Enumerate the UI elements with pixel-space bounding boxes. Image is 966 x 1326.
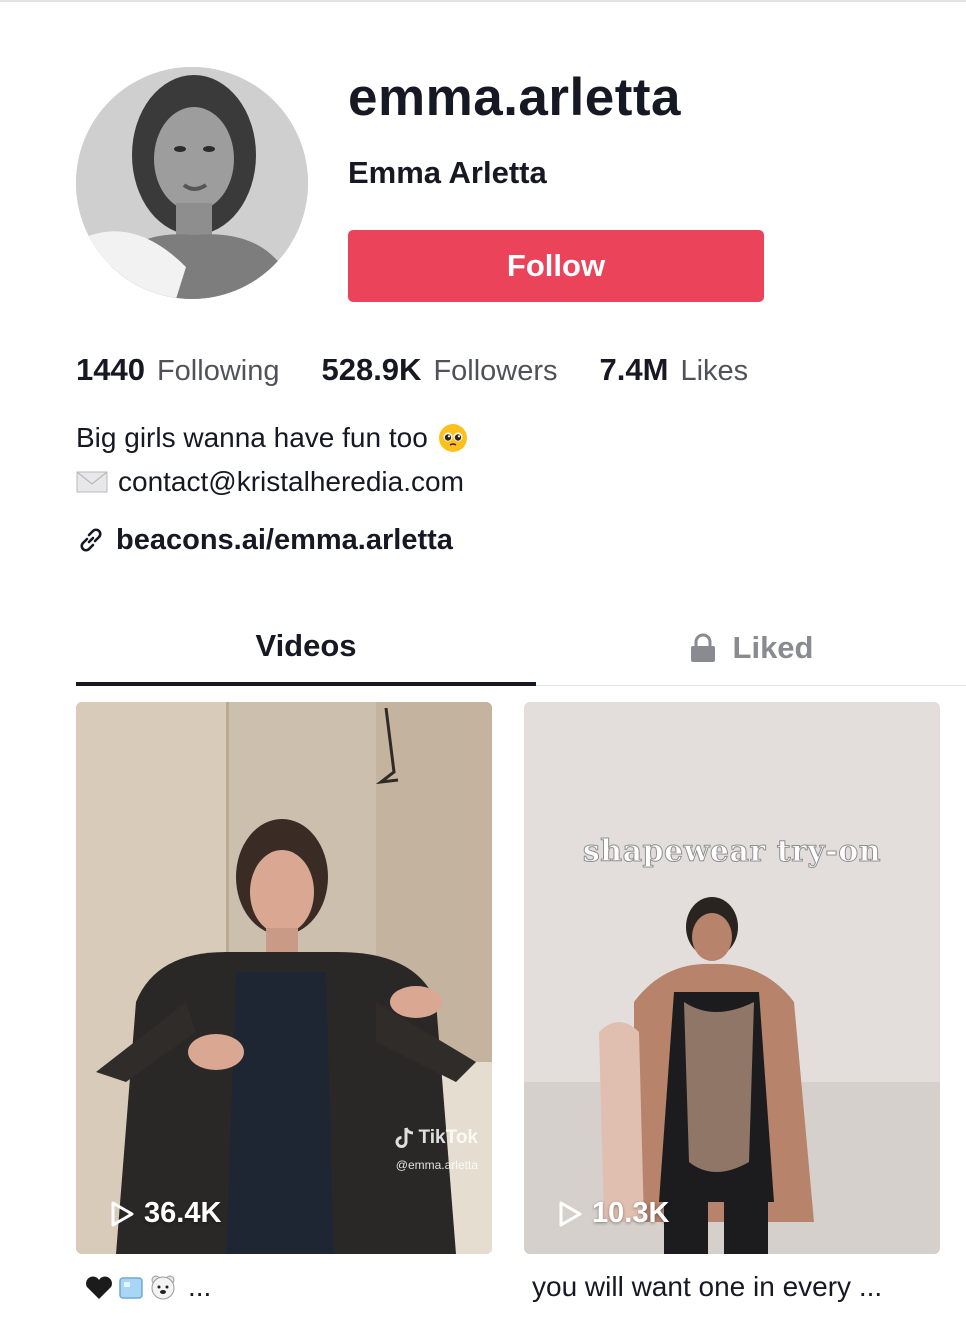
username: emma.arletta (348, 68, 682, 127)
stat-likes: 7.4M Likes (600, 352, 749, 388)
video-card[interactable]: shapewear try-on 10.3K (524, 702, 940, 1254)
caption-text: ... (188, 1271, 212, 1302)
video-card[interactable]: TikTok @emma.arletta 36.4K (76, 702, 492, 1254)
view-count-value: 10.3K (592, 1197, 670, 1229)
bio-text: Big girls wanna have fun too (76, 422, 428, 453)
avatar[interactable] (76, 67, 308, 299)
tab-videos[interactable]: Videos (76, 610, 536, 686)
bio-line-2: contact@kristalheredia.com (76, 464, 464, 500)
black-heart-emoji (86, 1276, 112, 1299)
polar-bear-emoji (151, 1275, 175, 1300)
top-divider (0, 0, 966, 2)
pleading-face-emoji (438, 424, 467, 452)
tab-liked-label: Liked (732, 630, 814, 665)
play-icon (111, 1201, 134, 1226)
follow-button[interactable]: Follow (348, 230, 764, 302)
view-count: 10.3K (556, 1197, 669, 1230)
tab-liked[interactable]: Liked (536, 610, 966, 686)
stat-followers-label: Followers (433, 355, 558, 387)
view-count: 36.4K (108, 1197, 221, 1230)
stat-following-label: Following (156, 355, 280, 387)
tab-videos-label: Videos (255, 628, 357, 663)
video-caption[interactable]: ... (84, 1268, 211, 1306)
stat-following[interactable]: 1440 Following (76, 352, 279, 388)
profile-tabs: Videos Liked (76, 610, 966, 686)
bio-contact-email: contact@kristalheredia.com (118, 466, 464, 497)
bio-link[interactable]: beacons.ai/emma.arletta (76, 521, 453, 559)
stat-followers[interactable]: 528.9K Followers (321, 352, 557, 388)
stat-following-count: 1440 (76, 352, 145, 387)
tiktok-watermark: TikTok @emma.arletta (395, 1126, 478, 1172)
video-overlay-text: shapewear try-on (582, 834, 882, 870)
video-thumbnail (524, 702, 940, 1254)
nickname: Emma Arletta (348, 155, 547, 190)
bio-link-text: beacons.ai/emma.arletta (116, 524, 453, 556)
video-caption[interactable]: you will want one in every ... (532, 1268, 882, 1306)
ice-cube-emoji (119, 1277, 143, 1299)
envelope-icon (76, 471, 108, 493)
stat-followers-count: 528.9K (321, 352, 422, 387)
link-icon (80, 528, 102, 552)
caption-text: you will want one in every ... (532, 1271, 883, 1302)
profile-stats: 1440 Following 528.9K Followers 7.4M Lik… (76, 348, 790, 392)
lock-icon (690, 633, 715, 662)
view-count-value: 36.4K (144, 1197, 222, 1229)
play-icon (559, 1201, 582, 1226)
watermark-handle: @emma.arletta (395, 1158, 478, 1172)
bio-line-1: Big girls wanna have fun too (76, 420, 468, 456)
tiktok-note-icon (395, 1127, 413, 1148)
avatar-photo (76, 67, 308, 299)
stat-likes-count: 7.4M (599, 352, 669, 387)
stat-likes-label: Likes (680, 355, 749, 387)
watermark-logo-text: TikTok (418, 1127, 478, 1148)
